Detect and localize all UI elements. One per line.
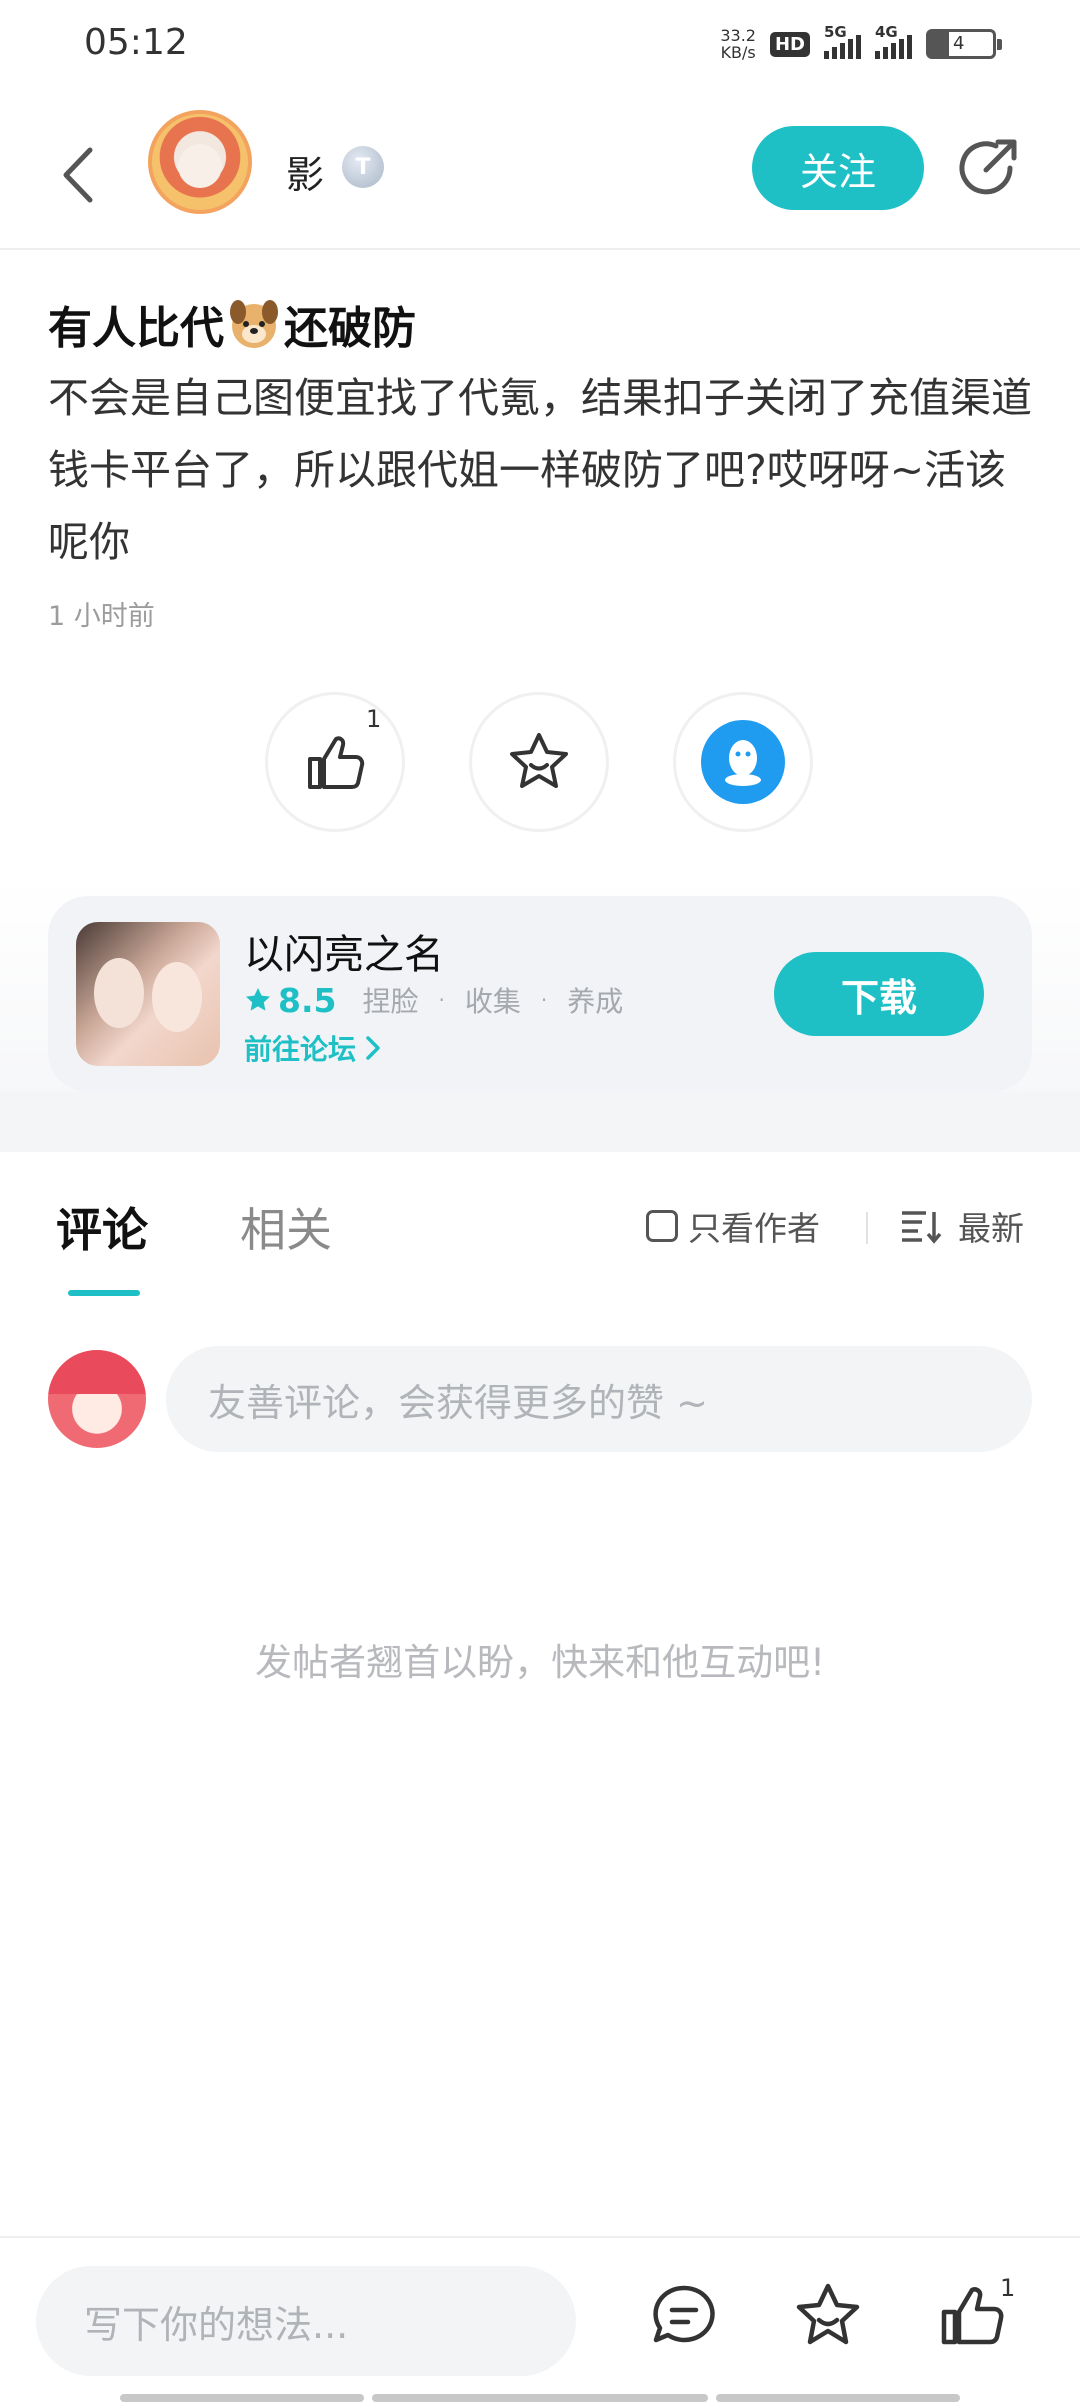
- user-avatar[interactable]: [48, 1350, 146, 1448]
- post-time: 1 小时前: [48, 601, 155, 632]
- signal-4g-icon: 4G: [875, 23, 912, 59]
- tab-indicator: [68, 1290, 140, 1296]
- level-badge: T: [342, 146, 384, 188]
- share-qq-button[interactable]: [673, 692, 813, 832]
- app-rating: 8.5: [278, 980, 337, 1020]
- collect-icon[interactable]: [792, 2280, 864, 2352]
- nav-gesture-bar[interactable]: [716, 2394, 960, 2402]
- collect-button[interactable]: [469, 692, 609, 832]
- comment-icon[interactable]: [648, 2280, 720, 2352]
- qq-icon: [701, 720, 785, 804]
- post-title: 有人比代 还破防: [48, 292, 416, 356]
- post-header: 影 T 关注: [0, 100, 1080, 250]
- section-divider: [0, 1092, 1080, 1152]
- app-meta: 8.5 捏脸 · 收集 · 养成: [244, 980, 627, 1020]
- battery-icon: 4: [926, 29, 1002, 59]
- author-avatar[interactable]: [148, 110, 252, 214]
- status-bar: 05:12 33.2 KB/s HD 5G 4G 4: [0, 0, 1080, 90]
- app-card[interactable]: 以闪亮之名 8.5 捏脸 · 收集 · 养成 前往论坛 下载: [48, 896, 1032, 1092]
- like-icon[interactable]: [936, 2280, 1008, 2352]
- app-tag: 捏脸: [362, 985, 419, 1018]
- chevron-right-icon: [366, 1036, 380, 1060]
- bottom-comment-input[interactable]: 写下你的想法...: [36, 2266, 576, 2376]
- collect-icon: [510, 733, 568, 788]
- tab-comments[interactable]: 评论: [56, 1194, 148, 1260]
- like-button[interactable]: 1: [265, 692, 405, 832]
- battery-level: 4: [953, 33, 965, 54]
- nav-gesture-bar[interactable]: [120, 2394, 364, 2402]
- nav-gesture-bar[interactable]: [372, 2394, 708, 2402]
- like-count: 1: [366, 705, 382, 733]
- bottom-like-count: 1: [1000, 2274, 1016, 2302]
- status-time: 05:12: [84, 22, 188, 63]
- post-body: 不会是自己图便宜找了代氪，结果扣子关闭了充值渠道钱卡平台了，所以跟代姐一样破防了…: [48, 374, 1032, 566]
- download-button[interactable]: 下载: [774, 952, 984, 1036]
- sort-icon: [902, 1211, 942, 1244]
- divider: [866, 1212, 868, 1244]
- back-icon[interactable]: [56, 142, 104, 208]
- forum-link[interactable]: 前往论坛: [244, 1028, 382, 1068]
- star-icon: [246, 988, 270, 1011]
- share-icon[interactable]: [956, 134, 1022, 200]
- network-speed: 33.2 KB/s: [720, 26, 756, 62]
- sort-toggle[interactable]: 最新: [900, 1202, 1024, 1250]
- bottom-bar: 写下你的想法... 1: [0, 2236, 1080, 2408]
- app-tag: 收集: [464, 985, 521, 1018]
- empty-comments-text: 发帖者翘首以盼，快来和他互动吧!: [255, 1641, 825, 1684]
- status-indicators: 33.2 KB/s HD 5G 4G 4: [720, 22, 1002, 66]
- author-only-checkbox[interactable]: [646, 1210, 678, 1242]
- app-icon: [76, 922, 220, 1066]
- author-only-toggle[interactable]: 只看作者: [646, 1202, 820, 1250]
- author-name[interactable]: 影: [286, 144, 324, 199]
- app-tag: 养成: [567, 985, 624, 1018]
- hd-icon: HD: [769, 31, 810, 57]
- follow-button[interactable]: 关注: [752, 126, 924, 210]
- like-icon: [308, 736, 365, 789]
- comment-tabs: 评论 相关 只看作者 最新: [0, 1152, 1080, 1296]
- tab-related[interactable]: 相关: [240, 1194, 332, 1260]
- app-name: 以闪亮之名: [244, 932, 444, 978]
- comment-input[interactable]: 友善评论，会获得更多的赞 ~: [166, 1346, 1032, 1452]
- dog-icon: [230, 300, 278, 348]
- signal-5g-icon: 5G: [824, 23, 861, 59]
